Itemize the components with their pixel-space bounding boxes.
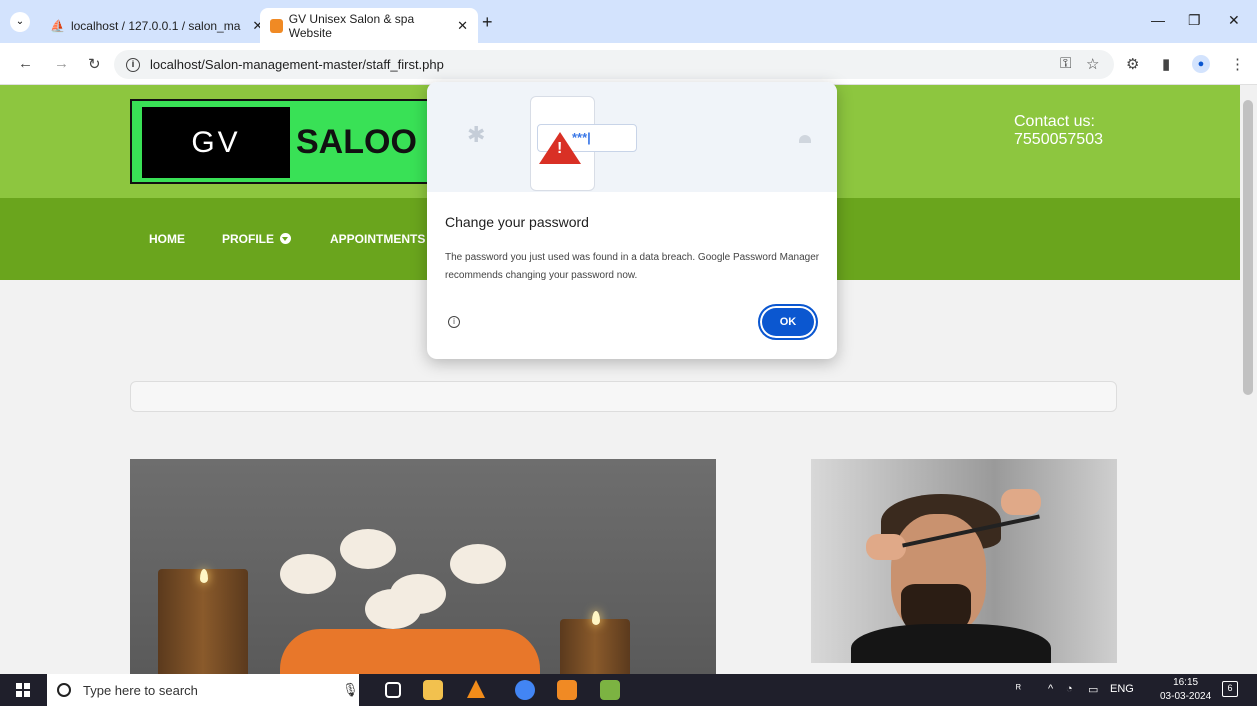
contact-info: Contact us: 7550057503 [1014,113,1103,149]
candle-left [158,569,248,674]
clock-date: 03-03-2024 [1160,691,1212,702]
notifications-icon[interactable]: 6 [1222,681,1238,697]
dialog-body: The password you just used was found in … [445,252,820,281]
scrollbar-thumb[interactable] [1243,100,1253,395]
spa-candles-image [130,459,716,674]
windows-taskbar: Type here to search 🎙 ᴿ ^ ◔ ▭ ENG 16:15 … [0,674,1257,706]
site-info-icon[interactable]: i [126,57,140,72]
close-tab-icon[interactable]: ✕ [457,18,468,34]
side-panel-icon[interactable]: ▮ [1162,55,1170,73]
battery-icon[interactable]: ▭ [1088,683,1098,696]
salon-favicon-icon [270,18,283,33]
cape [851,624,1051,663]
sparkle-icon: ✱ [467,122,486,147]
vlc-icon[interactable] [467,680,485,698]
back-icon[interactable]: ← [18,55,33,72]
notepad-plus-icon[interactable] [600,680,620,700]
flame [200,569,208,583]
tab-phpmyadmin[interactable]: ⛵ localhost / 127.0.0.1 / salon_ma ✕ [40,8,273,43]
contact-phone: 7550057503 [1014,131,1103,148]
xampp-icon[interactable] [557,680,577,700]
logo-salon-text: SALOO [296,123,417,161]
change-password-dialog: ✱ ***| ! Change your password The passwo… [427,82,837,359]
cortana-icon [57,683,71,697]
tray-chevron-icon[interactable]: ^ [1048,683,1053,695]
clock-time: 16:15 [1173,677,1199,688]
dropdown-caret-icon [280,233,292,244]
nav-appointments[interactable]: APPOINTMENTS [330,232,425,246]
contact-label: Contact us: [1014,113,1095,130]
nav-home[interactable]: HOME [149,232,185,246]
dialog-title: Change your password [445,214,589,230]
tab-salon-website[interactable]: GV Unisex Salon & spa Website ✕ [260,8,478,43]
browser-toolbar: ← → ↻ i localhost/Salon-management-maste… [0,43,1257,85]
file-explorer-icon[interactable] [423,680,443,700]
address-bar[interactable]: i localhost/Salon-management-master/staf… [114,50,1114,79]
nav-profile-label: PROFILE [222,232,275,246]
notification-count: 6 [1227,683,1233,693]
candle-right [560,619,630,674]
warning-exclamation: ! [557,140,563,157]
haircut-image [811,459,1117,663]
forward-icon[interactable]: → [54,55,69,72]
minimize-icon[interactable]: — [1151,12,1165,28]
taskbar-search[interactable]: Type here to search [47,674,359,706]
ok-button[interactable]: OK [758,304,818,340]
tab-search-button[interactable]: ⌄ [10,12,30,32]
windows-start-icon[interactable] [16,683,30,697]
orange-towel [280,629,540,674]
info-icon[interactable]: i [448,316,460,328]
extensions-icon[interactable]: ⚙ [1126,55,1139,73]
hand [1001,489,1041,515]
phpmyadmin-favicon-icon: ⛵ [50,18,65,33]
tab-title: localhost / 127.0.0.1 / salon_ma [70,18,241,33]
site-logo[interactable]: GV SALOO [130,99,430,184]
task-view-icon[interactable] [385,682,401,698]
orchid [365,589,421,629]
bookmark-star-icon[interactable]: ☆ [1086,55,1099,73]
reload-icon[interactable]: ↻ [88,55,101,73]
tab-title: GV Unisex Salon & spa Website [288,11,415,40]
hand [866,534,906,560]
chrome-icon[interactable] [515,680,535,700]
taskbar-search-placeholder: Type here to search [83,682,198,698]
flame [592,611,600,625]
nav-profile[interactable]: PROFILE [222,232,292,246]
password-key-icon[interactable]: ⚿ [1060,55,1071,72]
profile-avatar-icon[interactable]: ● [1192,55,1210,73]
browser-tab-strip: ⌄ ⛵ localhost / 127.0.0.1 / salon_ma ✕ G… [0,0,1257,43]
restore-icon[interactable]: ❐ [1188,12,1201,29]
new-tab-button[interactable]: + [482,12,493,33]
orchid [450,544,506,584]
logo-gv-text: GV [142,107,290,178]
password-illustration: ✱ ***| ! [427,82,837,192]
content-bar [130,381,1117,412]
url-text: localhost/Salon-management-master/staff_… [150,57,444,72]
close-window-icon[interactable]: ✕ [1228,12,1240,29]
wifi-icon[interactable]: ◔ [1066,683,1073,695]
language-indicator[interactable]: ENG [1110,683,1134,695]
people-icon[interactable]: ᴿ [1016,683,1021,695]
decor-dot [799,135,811,143]
menu-kebab-icon[interactable]: ⋮ [1230,55,1245,73]
clock[interactable]: 16:15 03-03-2024 [1160,676,1211,704]
orchid [280,554,336,594]
orchid [340,529,396,569]
microphone-icon[interactable]: 🎙 [342,682,359,698]
